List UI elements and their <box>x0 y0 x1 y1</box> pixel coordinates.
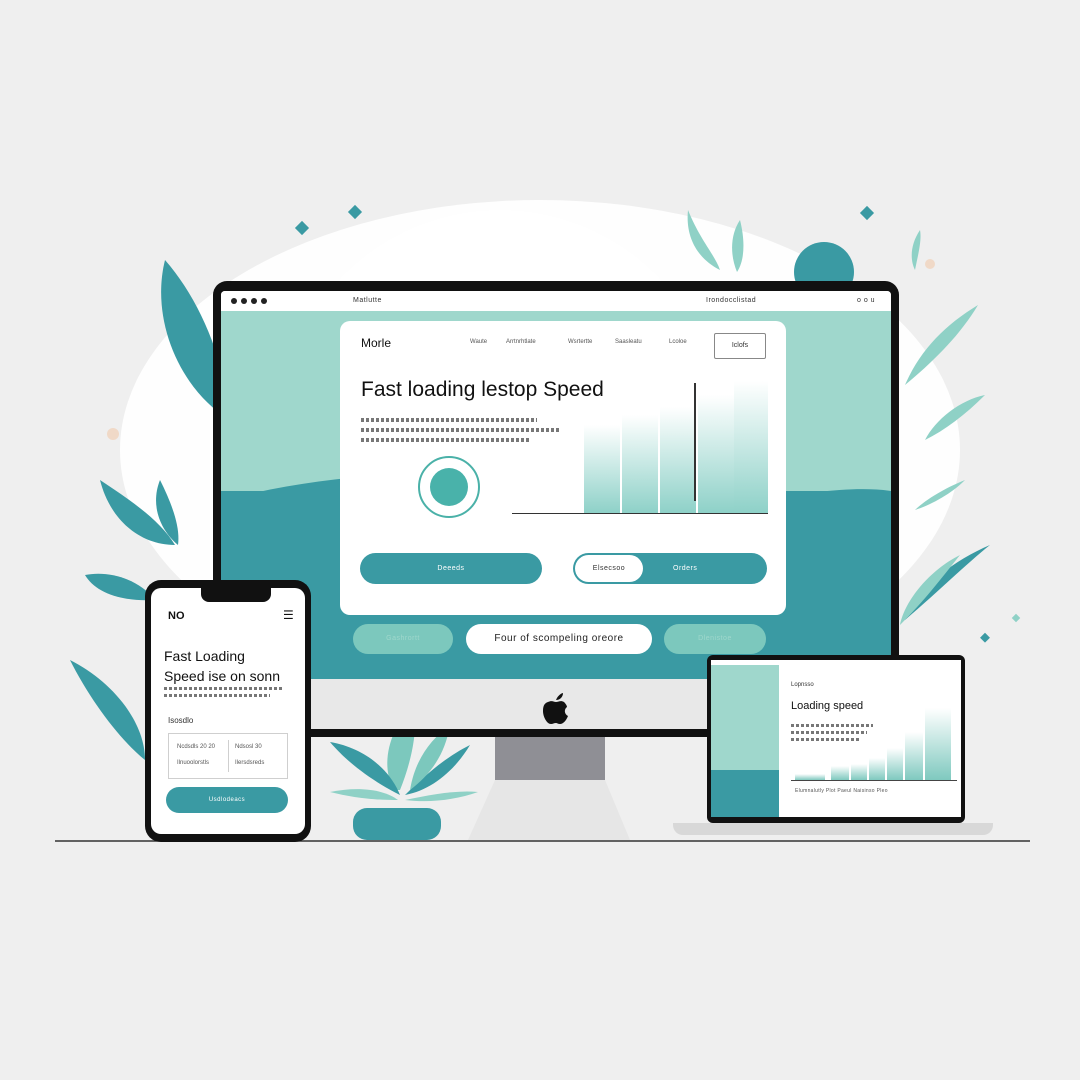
browser-menu[interactable]: o o u <box>857 297 875 304</box>
nav-link[interactable]: Waute <box>470 339 487 345</box>
speed-chart <box>512 371 768 514</box>
strip-button-center[interactable]: Four of scompeling oreore <box>466 624 652 654</box>
browser-url[interactable]: Irondocclistad <box>706 297 756 304</box>
window-dot-icon <box>241 298 247 304</box>
hero-text-line <box>361 418 537 422</box>
laptop-base <box>673 823 993 835</box>
stat-right-sub: Ilersdsreds <box>235 760 265 766</box>
hero-card: Morle Waute Arrtnrhtlate Wsrtertte Saasl… <box>340 321 786 615</box>
phone-text-line <box>164 694 270 697</box>
site-logo[interactable]: Morle <box>361 336 391 350</box>
hamburger-menu-icon[interactable]: ☰ <box>283 608 294 622</box>
strip-button-right[interactable]: Dlenistoe <box>664 624 766 654</box>
phone-notch <box>201 588 271 602</box>
strip-button-left[interactable]: Gashrortt <box>353 624 453 654</box>
laptop-sidebar-lower <box>711 770 779 817</box>
laptop-chart <box>791 696 957 781</box>
stat-left-sub: Ilnuoolorstls <box>177 760 210 766</box>
phone-logo[interactable]: NO <box>168 610 185 622</box>
chart-bar <box>660 407 696 513</box>
apple-icon <box>543 693 568 724</box>
browser-bar: Matlutte Irondocclistad o o u <box>221 291 891 312</box>
laptop: Lopnsso Loading speed Elumnalutly Plot P… <box>707 655 965 823</box>
login-button[interactable]: Iclofs <box>714 333 766 359</box>
laptop-chart-bar <box>869 758 885 780</box>
stat-right: Ndsosl 30 <box>235 744 262 750</box>
window-dot-icon <box>261 298 267 304</box>
chart-marker-line <box>694 383 696 501</box>
window-dot-icon <box>231 298 237 304</box>
gauge-core <box>430 468 468 506</box>
phone-section-label: Isosdlo <box>168 716 194 725</box>
chart-bar <box>622 415 658 513</box>
laptop-small-label: Lopnsso <box>791 682 814 688</box>
laptop-screen: Lopnsso Loading speed Elumnalutly Plot P… <box>711 660 961 817</box>
toggle-switch[interactable]: Elsecsoo Orders <box>573 553 767 584</box>
nav-link[interactable]: Lcoloe <box>669 339 687 345</box>
laptop-chart-bar <box>905 732 923 780</box>
laptop-chart-bar <box>887 748 903 780</box>
speed-gauge <box>418 456 480 518</box>
toggle-option-right[interactable]: Orders <box>673 553 697 584</box>
window-dot-icon <box>251 298 257 304</box>
phone-title-line2: Speed ise on sonn <box>164 668 280 684</box>
laptop-chart-bar <box>851 764 867 780</box>
laptop-chart-bar <box>795 774 825 780</box>
laptop-chart-bar <box>831 766 849 780</box>
laptop-footer-text: Elumnalutly Plot Paeul Naisinso Pleo <box>795 788 888 794</box>
browser-tab-title[interactable]: Matlutte <box>353 297 382 304</box>
laptop-chart-bar <box>925 708 951 780</box>
phone-cta-button[interactable]: Usdlodeacs <box>166 787 288 813</box>
nav-link[interactable]: Saasleatu <box>615 339 642 345</box>
toggle-option-left[interactable]: Elsecsoo <box>575 555 643 582</box>
phone-screen: NO ☰ Fast Loading Speed ise on sonn Isos… <box>151 588 305 834</box>
stat-left: Ncdsdls 20 20 <box>177 744 216 750</box>
stats-divider <box>228 740 229 772</box>
chart-bar <box>734 381 768 513</box>
nav-link[interactable]: Arrtnrhtlate <box>506 339 536 345</box>
phone-title-line1: Fast Loading <box>164 648 245 664</box>
nav-link[interactable]: Wsrtertte <box>568 339 592 345</box>
primary-button[interactable]: Deeeds <box>360 553 542 584</box>
phone-text-line <box>164 687 282 690</box>
chart-bar <box>584 425 620 513</box>
mobile-phone: NO ☰ Fast Loading Speed ise on sonn Isos… <box>145 580 311 842</box>
chart-bar <box>698 395 734 513</box>
hero-text-line <box>361 438 531 442</box>
phone-stats-box: Ncdsdls 20 20 Ndsosl 30 Ilnuoolorstls Il… <box>168 733 288 779</box>
